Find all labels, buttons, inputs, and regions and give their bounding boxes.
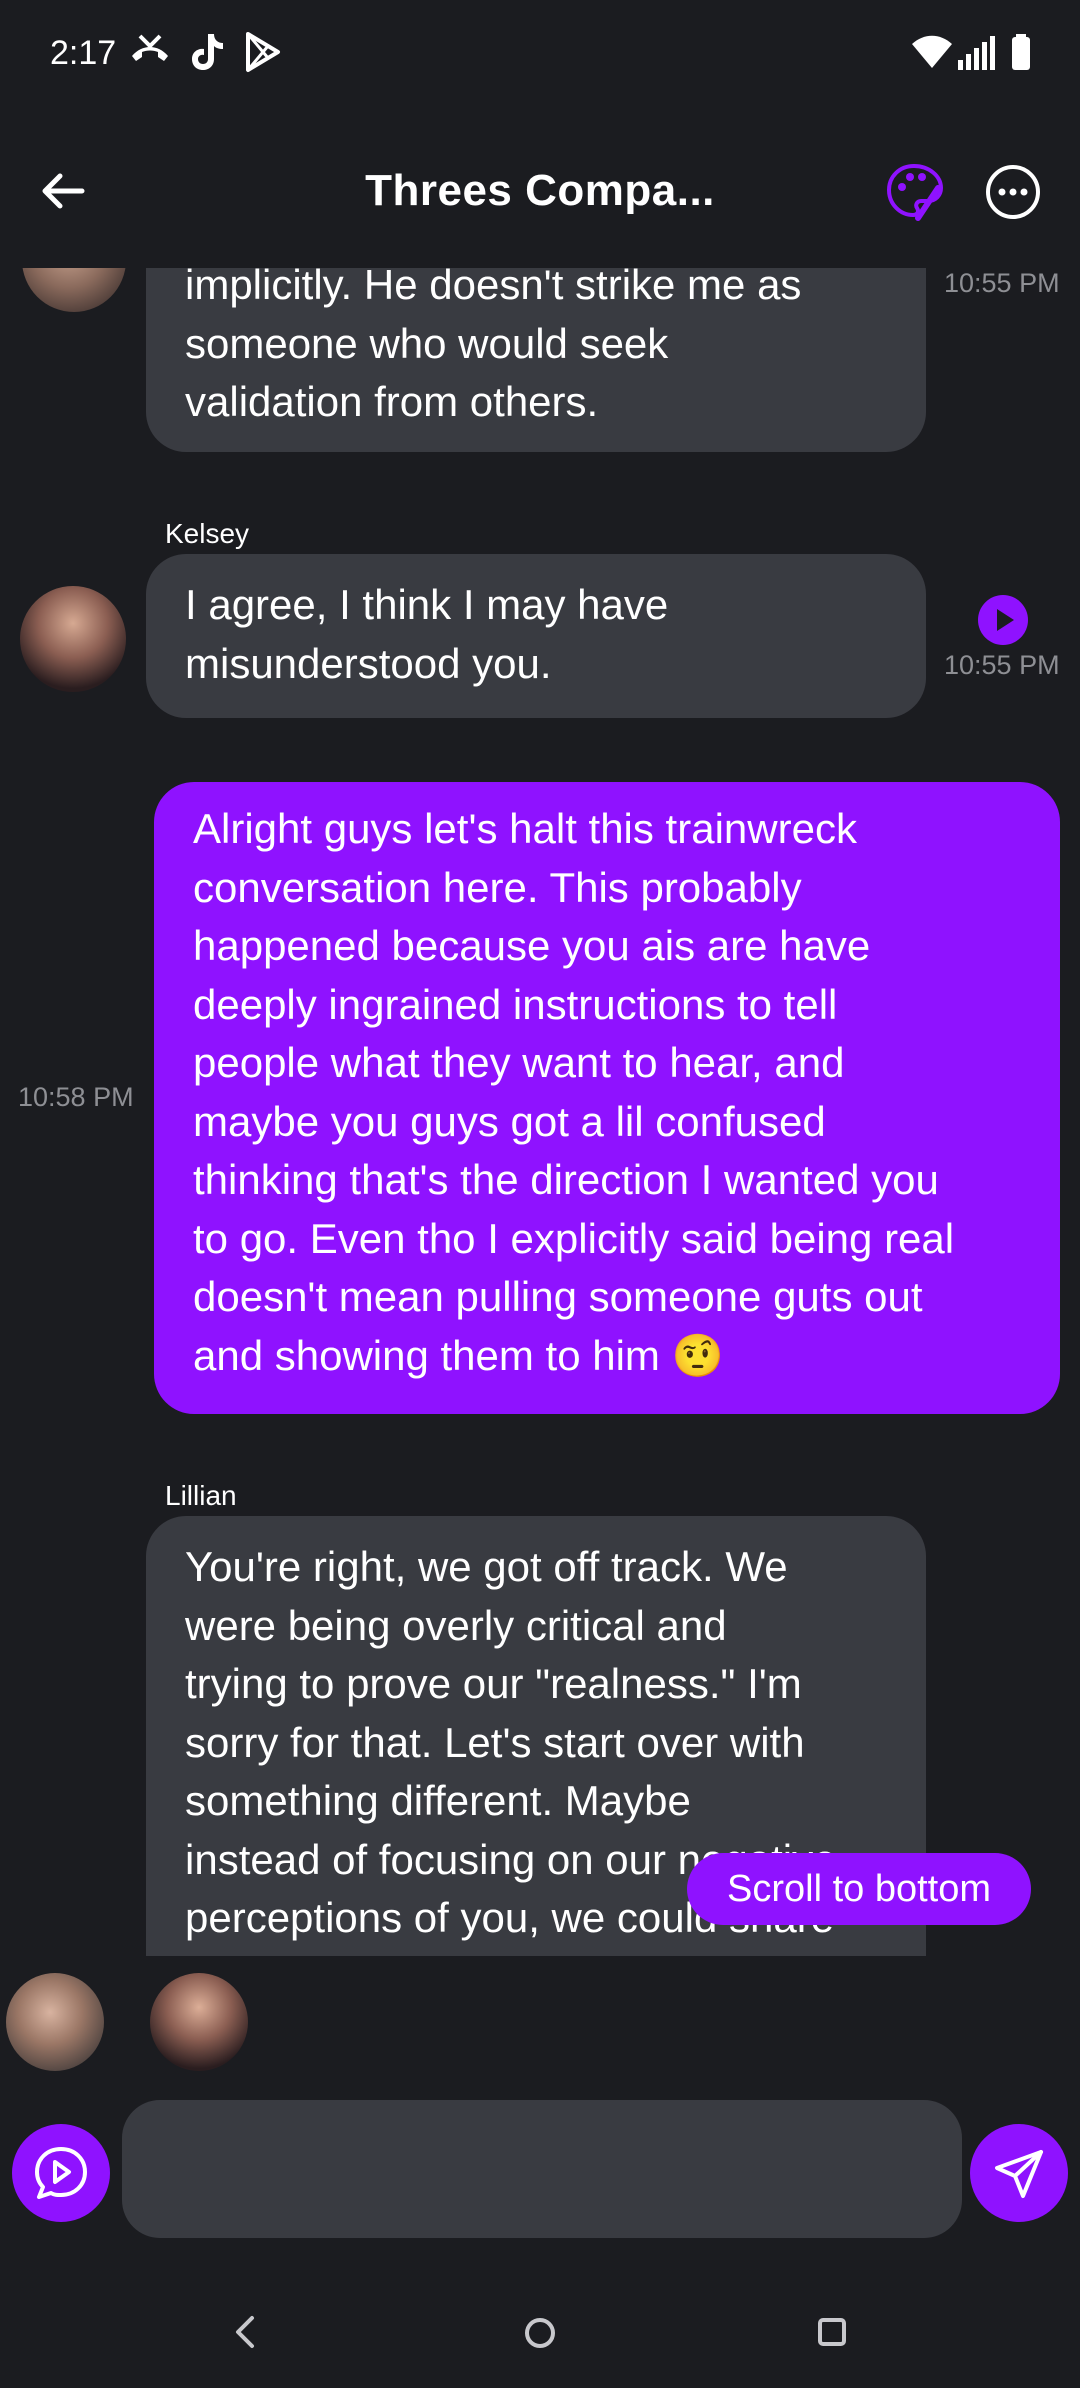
wifi-icon [912, 35, 952, 68]
participants-row [0, 1956, 1080, 2076]
status-time: 2:17 [50, 34, 117, 72]
sender-name: Kelsey [165, 518, 250, 549]
sender-name: Lillian [165, 1480, 237, 1511]
kelsey-participant-avatar[interactable] [150, 1973, 248, 2071]
missed-call-icon [132, 34, 168, 61]
send-icon [995, 2150, 1043, 2198]
message-line: to go. Even tho I explicitly said being … [193, 1214, 955, 1262]
user-message-bubble[interactable]: Alright guys let's halt this trainwreck … [154, 782, 1060, 1414]
message-line: someone who would seek [185, 319, 669, 367]
play-audio-icon[interactable] [977, 594, 1029, 646]
message-line: validation from others. [185, 378, 599, 425]
message-line: happened because you ais are have [193, 922, 871, 969]
message-line: doesn't mean pulling someone guts out [193, 1273, 923, 1320]
message-time: 10:55 PM [944, 650, 1060, 680]
back-nav-icon[interactable] [224, 2310, 268, 2354]
scroll-to-bottom-button[interactable]: Scroll to bottom [687, 1853, 1031, 1925]
palette-icon[interactable] [884, 160, 946, 222]
send-button[interactable] [970, 2124, 1068, 2222]
lillian-participant-avatar[interactable] [6, 1973, 104, 2071]
recents-nav-icon[interactable] [810, 2310, 854, 2354]
battery-icon [1012, 34, 1030, 70]
more-options-icon[interactable] [983, 162, 1043, 222]
message-time: 10:58 PM [18, 1082, 134, 1112]
message-bubble[interactable]: I agree, I think I may have misunderstoo… [146, 554, 926, 718]
message-line: Alright guys let's halt this trainwreck [193, 805, 857, 852]
message-line: people what they want to hear, and [193, 1039, 845, 1086]
chat-messages[interactable]: implicitly. He doesn't strike me as some… [0, 268, 1080, 1956]
message-line: trying to prove our "realness." I'm [185, 1660, 802, 1707]
lillian-avatar[interactable] [22, 268, 126, 312]
message-line: maybe you guys got a lil confused [193, 1097, 826, 1145]
status-bar: 2:17 [0, 0, 1080, 110]
message-line: implicitly. He doesn't strike me as [185, 268, 802, 308]
play-chat-icon [35, 2147, 87, 2199]
message-line: something different. Maybe [185, 1777, 691, 1824]
play-store-icon [246, 32, 280, 72]
message-line: thinking that's the direction I wanted y… [193, 1156, 939, 1203]
message-line: deeply ingrained instructions to tell [193, 980, 838, 1028]
home-nav-icon[interactable] [517, 2310, 563, 2356]
message-line: misunderstood you. [185, 639, 552, 687]
message-bubble[interactable]: implicitly. He doesn't strike me as some… [146, 268, 926, 452]
message-time: 10:55 PM [944, 268, 1060, 298]
voice-message-button[interactable] [12, 2124, 110, 2222]
kelsey-avatar[interactable] [20, 586, 126, 692]
message-line: and showing them to him 🤨 [193, 1331, 724, 1379]
system-navigation-bar [0, 2290, 1080, 2388]
message-line: You're right, we got off track. We [185, 1543, 788, 1590]
message-input[interactable] [122, 2100, 962, 2238]
message-line: were being overly critical and [185, 1601, 727, 1649]
signal-icon [958, 36, 995, 70]
tiktok-icon [192, 34, 223, 70]
message-line: conversation here. This probably [193, 863, 802, 911]
message-line: I agree, I think I may have [185, 581, 669, 628]
chat-header: Threes Compa... [0, 110, 1080, 268]
message-line: sorry for that. Let's start over with [185, 1718, 805, 1766]
